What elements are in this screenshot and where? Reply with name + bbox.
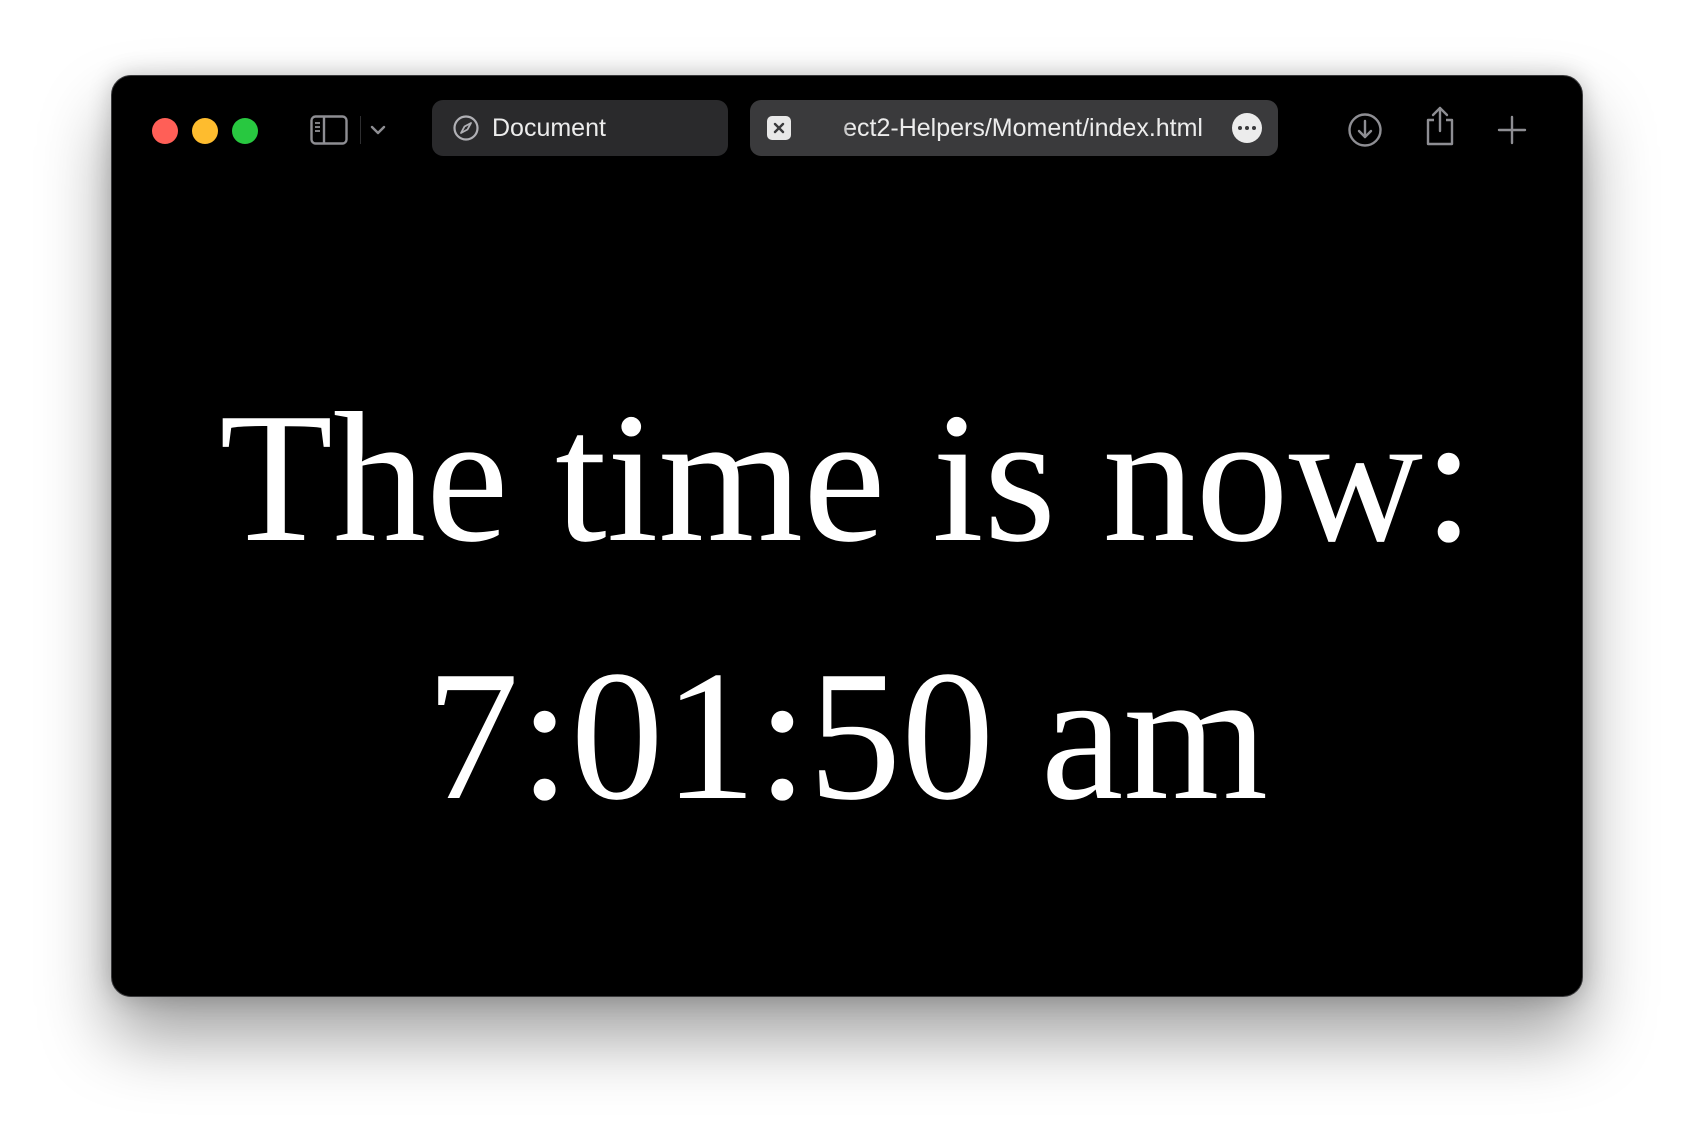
browser-window: Document ect2-Helpers/Moment/index.html	[111, 75, 1583, 997]
page-content: The time is now: 7:01:50 am	[112, 180, 1582, 996]
tab-label: ect2-Helpers/Moment/index.html	[843, 113, 1203, 142]
share-button[interactable]	[1418, 104, 1462, 148]
tab-title-fade	[807, 113, 853, 143]
ellipsis-icon	[1238, 126, 1242, 130]
tab-more-button[interactable]	[1232, 113, 1262, 143]
close-window-button[interactable]	[152, 118, 178, 144]
zoom-window-button[interactable]	[232, 118, 258, 144]
minimize-window-button[interactable]	[192, 118, 218, 144]
tab-group-menu-button[interactable]	[365, 116, 391, 144]
toolbar-divider	[360, 116, 361, 144]
sidebar-toggle-button[interactable]	[308, 112, 350, 148]
current-time: 7:01:50 am	[425, 633, 1269, 839]
tab-close-button[interactable]	[767, 116, 791, 140]
sidebar-icon	[310, 115, 348, 145]
ellipsis-icon	[1245, 126, 1249, 130]
browser-toolbar: Document ect2-Helpers/Moment/index.html	[112, 76, 1582, 180]
close-icon	[773, 122, 785, 134]
page-headline: The time is now:	[219, 375, 1475, 581]
plus-icon	[1497, 115, 1527, 145]
tab-document[interactable]: Document	[432, 100, 728, 156]
chevron-down-icon	[370, 125, 386, 135]
tab-moment-index[interactable]: ect2-Helpers/Moment/index.html	[750, 100, 1278, 156]
ellipsis-icon	[1252, 126, 1256, 130]
share-icon	[1426, 106, 1454, 146]
tab-title-container: ect2-Helpers/Moment/index.html	[807, 113, 1203, 143]
tab-label: Document	[492, 113, 606, 142]
new-tab-button[interactable]	[1490, 108, 1534, 152]
download-icon	[1348, 113, 1382, 147]
downloads-button[interactable]	[1343, 108, 1387, 152]
compass-icon	[453, 115, 479, 141]
